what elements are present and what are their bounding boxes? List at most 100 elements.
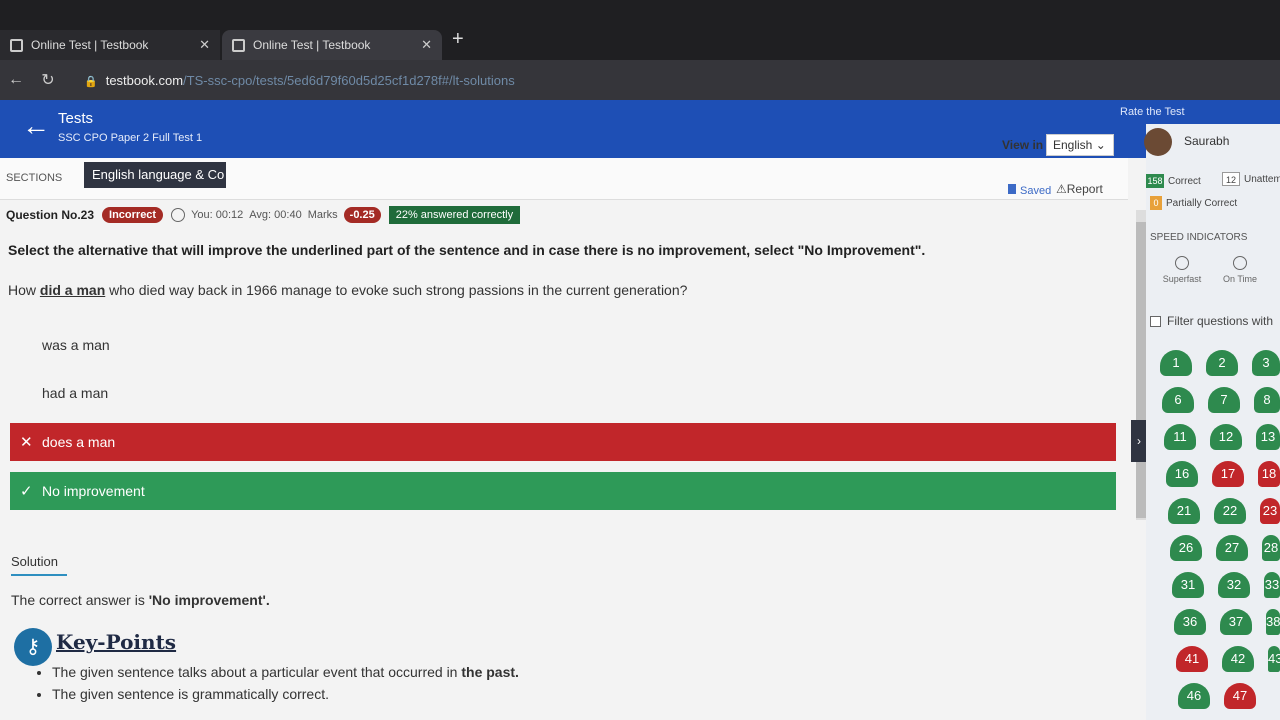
option-2[interactable]: had a man [10, 374, 1116, 412]
question-button-47[interactable]: 47 [1224, 683, 1256, 709]
question-button-11[interactable]: 11 [1164, 424, 1196, 450]
question-button-33[interactable]: 33 [1264, 572, 1280, 598]
question-text: How did a man who died way back in 1966 … [8, 282, 687, 298]
question-button-3[interactable]: 3 [1252, 350, 1280, 376]
correct-label: Correct [1168, 175, 1201, 187]
question-button-27[interactable]: 27 [1216, 535, 1248, 561]
correct-count: 158 [1146, 174, 1164, 188]
rate-test-link[interactable]: Rate the Test [1120, 106, 1185, 118]
option-label: was a man [42, 337, 110, 353]
question-button-32[interactable]: 32 [1218, 572, 1250, 598]
browser-tab-2[interactable]: Online Test | Testbook ✕ [222, 30, 442, 60]
question-button-18[interactable]: 18 [1258, 461, 1280, 487]
close-icon[interactable]: ✕ [421, 37, 432, 53]
question-button-17[interactable]: 17 [1212, 461, 1244, 487]
option-label: had a man [42, 385, 109, 401]
unattempted-label: Unattem [1244, 173, 1280, 185]
chevron-right-icon: › [1137, 434, 1141, 448]
key-icon: ⚷ [14, 628, 52, 666]
timer-icon [171, 208, 186, 222]
question-button-7[interactable]: 7 [1208, 387, 1240, 413]
question-text-before: How [8, 282, 40, 298]
avg-time: Avg: 00:40 [249, 209, 302, 221]
list-item: The given sentence is grammatically corr… [52, 686, 519, 702]
reload-icon[interactable]: ↻ [32, 70, 64, 90]
option-4-correct[interactable]: ✓ No improvement [10, 472, 1116, 510]
question-button-37[interactable]: 37 [1220, 609, 1252, 635]
filter-checkbox[interactable] [1150, 315, 1161, 327]
warning-icon: ⚠ [1056, 182, 1067, 196]
key-points-list: The given sentence talks about a particu… [36, 664, 519, 708]
list-item: The given sentence talks about a particu… [52, 664, 519, 680]
testbook-favicon-icon [10, 38, 23, 52]
marks-badge: -0.25 [343, 207, 381, 223]
option-1[interactable]: was a man [10, 326, 1116, 364]
question-button-26[interactable]: 26 [1170, 535, 1202, 561]
speed-label: Superfast [1162, 274, 1202, 284]
avatar[interactable] [1144, 128, 1172, 156]
question-button-36[interactable]: 36 [1174, 609, 1206, 635]
question-button-43[interactable]: 43 [1268, 646, 1280, 672]
new-tab-button[interactable]: + [452, 28, 464, 51]
page-title: Tests [58, 110, 94, 127]
close-icon[interactable]: ✕ [199, 37, 210, 53]
question-underlined: did a man [39, 282, 106, 298]
option-3-incorrect[interactable]: ✕ does a man [10, 423, 1116, 461]
question-button-31[interactable]: 31 [1172, 572, 1204, 598]
solution-tab-underline [11, 574, 67, 576]
marks-label: Marks [307, 209, 338, 221]
scrollbar-thumb[interactable] [1136, 222, 1146, 518]
cross-icon: ✕ [20, 434, 33, 451]
question-button-1[interactable]: 1 [1160, 350, 1192, 376]
question-button-41[interactable]: 41 [1176, 646, 1208, 672]
point-text: The given sentence is grammatically corr… [52, 686, 329, 702]
status-badge: Incorrect [102, 207, 164, 223]
partial-label: Partially Correct [1166, 197, 1238, 209]
solution-tab[interactable]: Solution [11, 554, 58, 569]
question-button-46[interactable]: 46 [1178, 683, 1210, 709]
sections-bar: SECTIONS English language & Co View in E… [0, 134, 1128, 200]
saved-button[interactable]: Saved [1008, 184, 1051, 197]
page-subtitle: SSC CPO Paper 2 Full Test 1 [58, 132, 203, 144]
language-select[interactable]: English ⌄ [1046, 134, 1114, 156]
question-button-42[interactable]: 42 [1222, 646, 1254, 672]
answer-prefix: The correct answer is [11, 592, 149, 608]
collapse-panel-button[interactable]: › [1131, 420, 1147, 462]
url-field[interactable]: 🔒 testbook.com/TS-ssc-cpo/tests/5ed6d79f6… [84, 73, 515, 88]
back-arrow-icon[interactable]: ← [22, 112, 50, 140]
address-bar: ← ↻ 🔒 testbook.com/TS-ssc-cpo/tests/5ed6d… [0, 60, 1280, 100]
speed-label: On Time [1222, 274, 1257, 284]
question-button-22[interactable]: 22 [1214, 498, 1246, 524]
timer-icon [1175, 256, 1189, 270]
question-button-23[interactable]: 23 [1260, 498, 1280, 524]
bookmark-icon [1008, 184, 1016, 194]
view-in-label: View in [1002, 138, 1044, 152]
filter-label: Filter questions with [1167, 314, 1274, 328]
answer-value: 'No improvement'. [148, 592, 270, 608]
question-button-16[interactable]: 16 [1166, 461, 1198, 487]
question-number: Question No.23 [6, 208, 95, 222]
question-palette-panel [1146, 124, 1280, 720]
question-button-38[interactable]: 38 [1266, 609, 1280, 635]
question-button-12[interactable]: 12 [1210, 424, 1242, 450]
question-button-8[interactable]: 8 [1254, 387, 1280, 413]
your-time: You: 00:12 [191, 209, 244, 221]
question-button-28[interactable]: 28 [1262, 535, 1280, 561]
chevron-down-icon: ⌄ [1095, 138, 1106, 152]
back-arrow-icon[interactable]: ← [0, 71, 32, 89]
question-button-2[interactable]: 2 [1206, 350, 1238, 376]
report-button[interactable]: ⚠Report [1056, 182, 1103, 196]
speed-indicators-title: SPEED INDICATORS [1150, 232, 1248, 243]
section-tab-english[interactable]: English language & Co [84, 162, 226, 188]
sections-label: SECTIONS [6, 172, 63, 184]
browser-tab-1[interactable]: Online Test | Testbook ✕ [0, 30, 220, 60]
language-value: English [1053, 138, 1093, 152]
point-bold: the past. [461, 664, 519, 680]
question-button-6[interactable]: 6 [1162, 387, 1194, 413]
check-icon: ✓ [20, 483, 33, 500]
question-button-13[interactable]: 13 [1256, 424, 1280, 450]
filter-questions[interactable]: Filter questions with [1150, 314, 1273, 328]
legend-partial: 0 Partially Correct [1150, 196, 1237, 210]
speed-superfast: Superfast [1160, 256, 1204, 284]
question-button-21[interactable]: 21 [1168, 498, 1200, 524]
